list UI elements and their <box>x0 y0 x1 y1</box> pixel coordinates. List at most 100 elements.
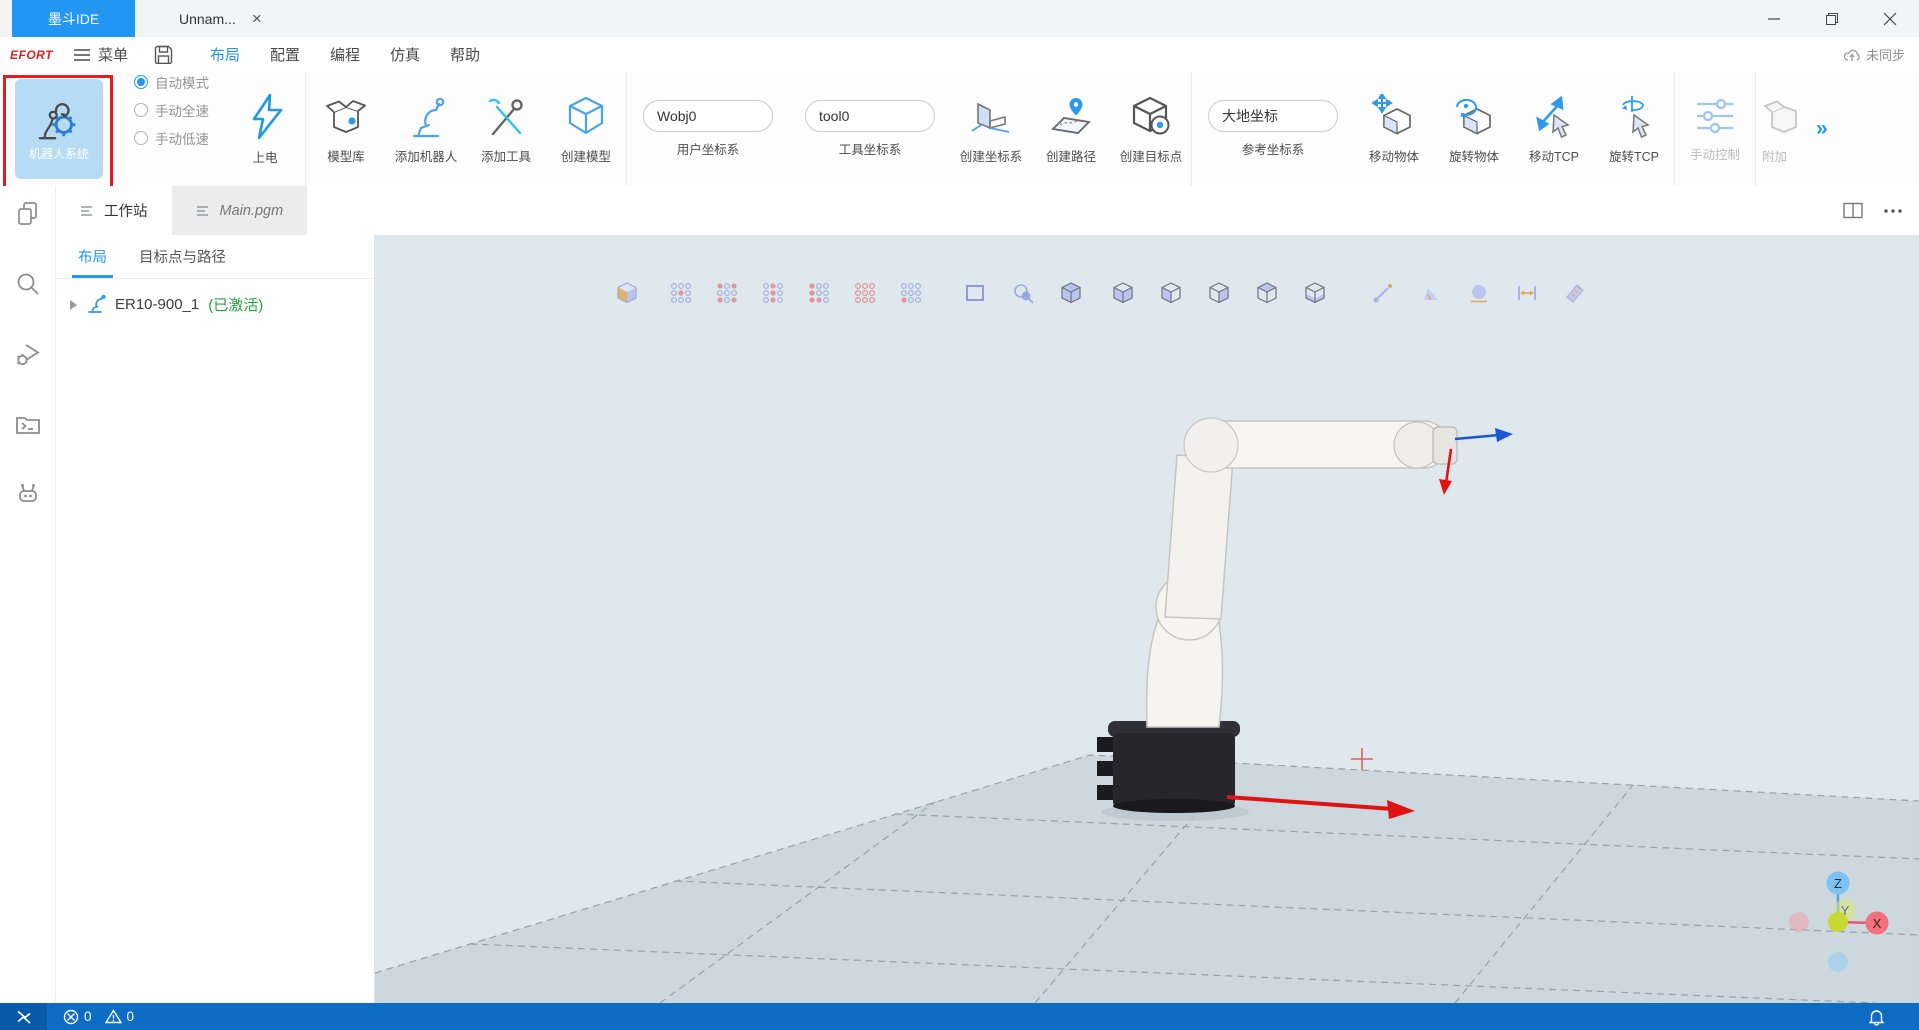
create-coordsys-button[interactable]: 创建坐标系 <box>951 72 1031 186</box>
box-select-icon[interactable] <box>963 281 987 305</box>
add-tool-button[interactable]: 添加工具 <box>466 72 546 186</box>
robot-panel-button[interactable] <box>10 476 46 512</box>
view-face-top-icon[interactable] <box>1255 281 1279 305</box>
snap-mode-2-icon[interactable] <box>715 281 739 305</box>
ribbon-expand-chevron[interactable]: » <box>1816 117 1828 141</box>
create-target-button[interactable]: 创建目标点 <box>1111 72 1191 186</box>
tab-workstation[interactable]: 工作站 <box>56 186 172 235</box>
power-on-icon <box>245 93 285 141</box>
notifications-button[interactable] <box>1868 1008 1885 1026</box>
measure-sphere-icon[interactable] <box>1467 281 1491 305</box>
menu-tab-help[interactable]: 帮助 <box>435 44 495 65</box>
minimize-icon <box>1767 12 1781 26</box>
move-object-icon <box>1372 94 1416 140</box>
expand-arrow-icon[interactable] <box>70 300 77 310</box>
snap-mode-5-icon[interactable] <box>853 281 877 305</box>
menu-tab-config[interactable]: 配置 <box>255 44 315 65</box>
user-coordsys-input[interactable] <box>643 100 773 132</box>
view-face-bottom-icon[interactable] <box>1303 281 1327 305</box>
menu-tab-simulation[interactable]: 仿真 <box>375 44 435 65</box>
run-debug-icon <box>14 340 42 368</box>
tree-item-robot[interactable]: ER10-900_1(已激活) <box>56 279 374 315</box>
save-button[interactable] <box>154 45 173 64</box>
manual-control-button[interactable]: 手动控制 <box>1675 72 1755 186</box>
main-menu-button[interactable]: 菜单 <box>73 44 128 65</box>
menu-tab-programming[interactable]: 编程 <box>315 44 375 65</box>
tool-coordsys-input[interactable] <box>805 100 935 132</box>
app-tab[interactable]: 墨斗IDE <box>12 0 135 37</box>
robot-system-button[interactable]: 机器人系统 <box>15 79 103 179</box>
files-button[interactable] <box>10 196 46 232</box>
subtab-layout[interactable]: 布局 <box>62 235 123 278</box>
gizmo-origin[interactable] <box>1828 912 1848 932</box>
user-coordsys-field: 用户坐标系 <box>627 100 789 158</box>
reference-coordsys-input[interactable] <box>1208 100 1338 132</box>
attach-button[interactable]: 附加 <box>1756 72 1808 186</box>
radio-manual-low-speed[interactable]: 手动低速 <box>134 128 209 148</box>
terminal-icon <box>14 410 42 438</box>
add-robot-button[interactable]: 添加机器人 <box>386 72 466 186</box>
hamburger-icon <box>73 47 91 63</box>
view-face-front-icon[interactable] <box>1111 281 1135 305</box>
measure-ruler-icon[interactable] <box>1563 281 1587 305</box>
zoom-select-icon[interactable] <box>1011 281 1035 305</box>
view-face-right-icon[interactable] <box>1207 281 1231 305</box>
warnings-icon <box>105 1009 122 1024</box>
terminal-button[interactable] <box>10 406 46 442</box>
robot-system-icon <box>36 96 82 142</box>
list-icon <box>196 205 211 217</box>
tab-close-icon[interactable]: × <box>252 10 262 27</box>
measure-line-icon[interactable] <box>1371 281 1395 305</box>
create-model-button[interactable]: 创建模型 <box>546 72 626 186</box>
manual-control-icon <box>1693 96 1737 138</box>
model-library-button[interactable]: 模型库 <box>306 72 386 186</box>
more-options-button[interactable] <box>1883 208 1903 214</box>
power-on-button[interactable]: 上电 <box>225 72 305 186</box>
minimize-button[interactable] <box>1745 0 1803 37</box>
snap-mode-3-icon[interactable] <box>761 281 785 305</box>
search-icon <box>14 270 42 298</box>
move-tcp-button[interactable]: 移动TCP <box>1514 72 1594 186</box>
solid-cube-select-icon[interactable] <box>1059 281 1083 305</box>
target-cross-marker <box>1351 748 1373 770</box>
model-library-icon <box>324 94 368 140</box>
rotate-tcp-button[interactable]: 旋转TCP <box>1594 72 1674 186</box>
subtab-targets-paths[interactable]: 目标点与路径 <box>123 235 242 278</box>
snap-mode-1-icon[interactable] <box>669 281 693 305</box>
menu-tab-layout[interactable]: 布局 <box>195 44 255 65</box>
radio-manual-full-speed[interactable]: 手动全速 <box>134 100 209 120</box>
radio-auto-mode[interactable]: 自动模式 <box>134 72 209 92</box>
view-face-left-icon[interactable] <box>1159 281 1183 305</box>
measure-angle-icon[interactable] <box>1419 281 1443 305</box>
problems-summary[interactable]: 0 0 <box>63 1009 142 1025</box>
radio-dot <box>134 131 148 145</box>
restore-button[interactable] <box>1803 0 1861 37</box>
run-debug-button[interactable] <box>10 336 46 372</box>
add-robot-icon <box>404 94 448 140</box>
close-button[interactable] <box>1861 0 1919 37</box>
document-tab[interactable]: Unnam... × <box>161 0 280 37</box>
rotate-object-button[interactable]: 旋转物体 <box>1434 72 1514 186</box>
robot-model[interactable] <box>1097 418 1457 821</box>
gizmo-x-negative[interactable] <box>1789 912 1809 932</box>
gizmo-z-label[interactable]: Z <box>1834 876 1842 891</box>
remote-connection-button[interactable] <box>0 1003 47 1030</box>
move-tcp-icon <box>1532 94 1576 140</box>
snap-mode-4-icon[interactable] <box>807 281 831 305</box>
sync-status[interactable]: 未同步 <box>1843 45 1905 64</box>
close-icon <box>1883 12 1897 26</box>
tab-main-pgm[interactable]: Main.pgm <box>172 186 308 235</box>
reference-coordsys-field: 参考坐标系 <box>1192 100 1354 158</box>
errors-icon <box>63 1009 79 1025</box>
measure-distance-icon[interactable] <box>1515 281 1539 305</box>
snap-mode-6-icon[interactable] <box>899 281 923 305</box>
viewport-3d[interactable]: Y Z X <box>375 235 1919 1003</box>
search-button[interactable] <box>10 266 46 302</box>
move-object-button[interactable]: 移动物体 <box>1354 72 1434 186</box>
gizmo-x-label[interactable]: X <box>1873 916 1882 931</box>
scene-canvas[interactable]: Y Z X <box>375 235 1919 1003</box>
create-path-button[interactable]: 创建路径 <box>1031 72 1111 186</box>
split-view-button[interactable] <box>1843 202 1863 219</box>
model-cube-icon[interactable] <box>615 281 639 305</box>
gizmo-z-negative[interactable] <box>1828 952 1848 972</box>
